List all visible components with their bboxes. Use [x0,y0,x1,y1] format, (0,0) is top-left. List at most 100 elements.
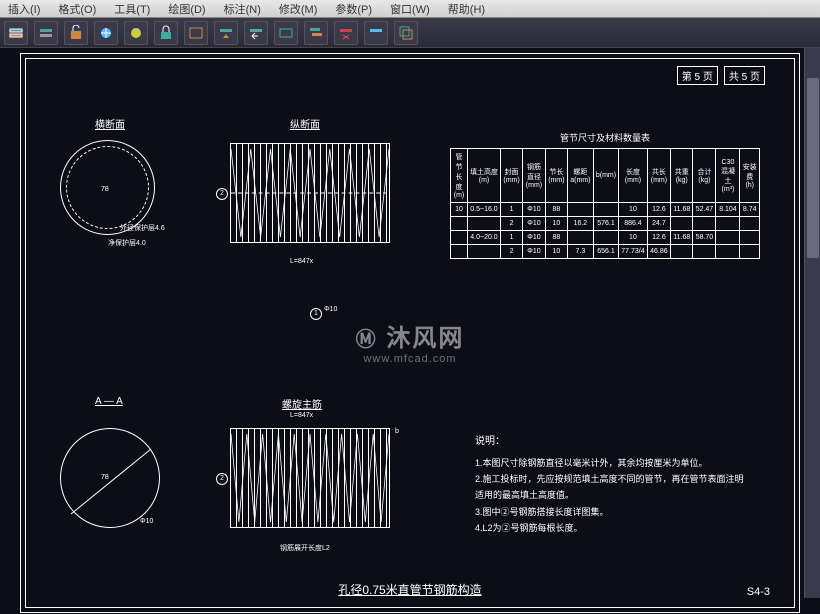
table-cell: 0.5~16.0 [467,203,500,217]
table-cell [451,245,468,259]
table-cell [451,217,468,231]
tool-layer-8[interactable] [214,21,238,45]
tool-layer-12[interactable] [334,21,358,45]
dim-lb-2: L=847x [290,412,313,419]
notes-title: 说明： [475,433,744,451]
table-cell: 10 [545,245,567,259]
toolbar [0,18,820,48]
tool-layer-4[interactable] [94,21,118,45]
table-cell [693,245,716,259]
note-2: 2.施工投标时，先应按规范填土高度不同的管节，再在管节表面注明 [475,471,744,487]
menu-format[interactable]: 格式(O) [58,1,96,17]
layer-match-icon [218,25,234,41]
table-cell: 88 [545,203,567,217]
drawing-canvas[interactable]: 第 5 页 共 5 页 横断面 纵断面 A — A 螺旋主筋 78 净保护层4.… [0,48,820,614]
note-2b: 适用的最高填土高度值。 [475,487,744,503]
menu-draw[interactable]: 绘图(D) [168,1,205,17]
table-row: 4.0~20.01Φ1088 1012.611.6858.70 [451,231,760,245]
section-title-aa: A — A [95,396,123,407]
table-cell [593,203,618,217]
vertical-scrollbar[interactable] [804,48,820,598]
table-cell [671,245,693,259]
tool-layer-10[interactable] [274,21,298,45]
layer-iso-icon [38,25,54,41]
menu-dimension[interactable]: 标注(N) [224,1,261,17]
layer-state-icon [188,25,204,41]
layer-walk-icon [278,25,294,41]
menu-window[interactable]: 窗口(W) [390,1,430,17]
table-title: 管节尺寸及材料数量表 [560,131,650,144]
sheet-total: 共 5 页 [724,66,765,85]
layer-merge-icon [308,25,324,41]
note-4: 4.L2为②号钢筋每根长度。 [475,520,744,536]
th-9: 共重(kg) [671,149,693,203]
menu-parametric[interactable]: 参数(P) [335,1,372,17]
layer-off-icon [128,25,144,41]
callout-2b: 2 [216,473,228,485]
layer-prev-icon [248,25,264,41]
th-3: 钢筋直径(mm) [523,149,546,203]
dim-b: b [395,428,399,435]
tool-layer-9[interactable] [244,21,268,45]
table-cell [567,203,593,217]
dim-rebarlen: 钢筋展开长度L2 [280,543,330,553]
tool-layer-5[interactable] [124,21,148,45]
th-0: 管节长度(m) [451,149,468,203]
table-cell [593,231,618,245]
notes-section: 说明： 1.本图尺寸除钢筋直径以毫米计外，其余均按厘米为单位。 2.施工投标时，… [475,433,744,536]
table-cell: 10 [451,203,468,217]
table-cell: 11.68 [671,231,693,245]
table-cell [467,245,500,259]
tool-layer-7[interactable] [184,21,208,45]
table-cell [451,231,468,245]
section-title-spiral: 螺旋主筋 [282,396,322,411]
layer-vpfrz-icon [368,25,384,41]
layer-freeze-icon [98,25,114,41]
menu-help[interactable]: 帮助(H) [448,1,485,17]
table-cell: 12.6 [647,203,670,217]
menu-insert[interactable]: 插入(I) [8,1,40,17]
spiral-cage [230,428,390,528]
diameter-label-2: 78 [101,474,109,481]
layer-lock-icon [158,25,174,41]
diameter-label: 78 [101,186,109,193]
table-row: 2Φ10107.3656.177.73/446.86 [451,245,760,259]
layer-copy-icon [398,25,414,41]
th-10: 合计(kg) [693,149,716,203]
th-7: 长度(mm) [619,149,648,203]
tool-layer-2[interactable] [34,21,58,45]
table-cell: Φ10 [523,217,546,231]
section-aa-circle: 78 [60,428,160,528]
inner-protect-label: 净保护层4.0 [108,238,146,248]
table-cell: 24.7 [647,217,670,231]
tool-layer-11[interactable] [304,21,328,45]
table-cell [693,217,716,231]
menu-bar: 插入(I) 格式(O) 工具(T) 绘图(D) 标注(N) 修改(M) 参数(P… [0,0,820,18]
menu-modify[interactable]: 修改(M) [279,1,318,17]
tool-layer-13[interactable] [364,21,388,45]
table-cell [716,217,740,231]
table-cell: 10 [545,217,567,231]
table-cell [716,245,740,259]
tool-layer-6[interactable] [154,21,178,45]
callout-2: 2 [216,188,228,200]
callout-1: 1 [310,308,322,320]
table-cell [671,217,693,231]
table-cell: 16.2 [567,217,593,231]
tool-layer-14[interactable] [394,21,418,45]
tool-layer-3[interactable] [64,21,88,45]
table-cell: Φ10 [523,231,546,245]
menu-tools[interactable]: 工具(T) [114,1,150,17]
tool-layer-1[interactable] [4,21,28,45]
table-cell: Φ10 [523,203,546,217]
section-title-cross: 横断面 [95,116,125,131]
phi-callout: Φ10 [324,306,337,313]
table-cell: 58.70 [693,231,716,245]
table-cell: 8.104 [716,203,740,217]
watermark-url: www.mfcad.com [356,353,465,365]
table-cell: 4.0~20.0 [467,231,500,245]
layer-unlock-icon [68,25,84,41]
th-6: b(mm) [593,149,618,203]
drawing-number: S4-3 [747,586,770,598]
dim-lb-1: L=847x [290,258,313,265]
